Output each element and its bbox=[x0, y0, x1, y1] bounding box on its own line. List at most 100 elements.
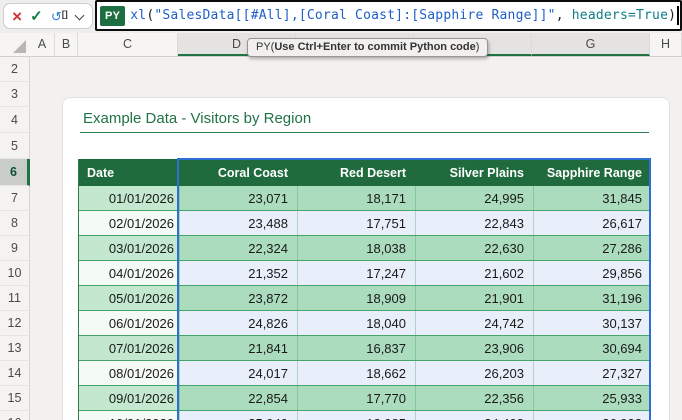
value-cell[interactable]: 23,906 bbox=[415, 336, 533, 360]
python-badge: PY bbox=[100, 6, 125, 26]
select-all-corner[interactable] bbox=[0, 33, 30, 56]
row-header-16[interactable]: 16 bbox=[0, 411, 30, 420]
table-row: 06/01/202624,82618,04024,74230,137 bbox=[79, 311, 651, 336]
value-cell[interactable]: 27,327 bbox=[533, 361, 651, 385]
row-header-11[interactable]: 11 bbox=[0, 286, 30, 311]
value-cell[interactable]: 21,352 bbox=[179, 261, 297, 285]
table-row: 09/01/202622,85417,77022,35625,933 bbox=[79, 386, 651, 411]
tooltip-suffix: ) bbox=[476, 41, 480, 53]
value-cell[interactable]: 18,985 bbox=[297, 411, 415, 420]
row-header-15[interactable]: 15 bbox=[0, 386, 30, 411]
row-header-13[interactable]: 13 bbox=[0, 336, 30, 361]
row-header-8[interactable]: 8 bbox=[0, 211, 30, 236]
row-header-6[interactable]: 6 bbox=[0, 159, 30, 186]
tooltip-hint-text: Use Ctrl+Enter to commit Python code bbox=[274, 41, 475, 53]
table-row: 01/01/202623,07118,17124,99531,845 bbox=[79, 186, 651, 211]
value-cell[interactable]: 21,901 bbox=[415, 286, 533, 310]
tooltip-prefix: PY( bbox=[256, 41, 274, 53]
value-cell[interactable]: 26,938 bbox=[533, 411, 651, 420]
value-cell[interactable]: 31,845 bbox=[533, 186, 651, 210]
chevron-down-icon[interactable] bbox=[76, 12, 84, 20]
value-cell[interactable]: 24,017 bbox=[179, 361, 297, 385]
visitors-table: DateCoral CoastRed DesertSilver PlainsSa… bbox=[78, 159, 651, 420]
row-header-7[interactable]: 7 bbox=[0, 186, 30, 211]
value-cell[interactable]: 22,630 bbox=[415, 236, 533, 260]
formula-input[interactable]: PY xl("SalesData[[#All],[Coral Coast]:[S… bbox=[95, 0, 682, 31]
row-header-5[interactable]: 5 bbox=[0, 133, 30, 159]
excel-window: × ✓ ↺[] PY xl("SalesData[[#All],[Coral C… bbox=[0, 0, 682, 420]
value-cell[interactable]: 23,488 bbox=[179, 211, 297, 235]
table-header-coral-coast[interactable]: Coral Coast bbox=[179, 159, 297, 186]
row-header-3[interactable]: 3 bbox=[0, 82, 30, 107]
formula-segment-string: "SalesData[[#All],[Coral Coast]:[Sapphir… bbox=[154, 8, 555, 23]
row-header-9[interactable]: 9 bbox=[0, 236, 30, 261]
value-cell[interactable]: 16,837 bbox=[297, 336, 415, 360]
value-cell[interactable]: 21,841 bbox=[179, 336, 297, 360]
row-header-4[interactable]: 4 bbox=[0, 107, 30, 133]
value-cell[interactable]: 18,662 bbox=[297, 361, 415, 385]
value-cell[interactable]: 24,408 bbox=[415, 411, 533, 420]
value-cell[interactable]: 21,602 bbox=[415, 261, 533, 285]
date-cell[interactable]: 06/01/2026 bbox=[79, 311, 179, 335]
title-underline bbox=[80, 132, 649, 133]
date-cell[interactable]: 04/01/2026 bbox=[79, 261, 179, 285]
date-cell[interactable]: 10/01/2026 bbox=[79, 411, 179, 420]
date-cell[interactable]: 05/01/2026 bbox=[79, 286, 179, 310]
row-header-14[interactable]: 14 bbox=[0, 361, 30, 386]
column-header-H[interactable]: H bbox=[650, 33, 682, 56]
table-header-red-desert[interactable]: Red Desert bbox=[297, 159, 415, 186]
row-header-10[interactable]: 10 bbox=[0, 261, 30, 286]
value-cell[interactable]: 22,356 bbox=[415, 386, 533, 410]
value-cell[interactable]: 24,742 bbox=[415, 311, 533, 335]
commit-icon[interactable]: ✓ bbox=[30, 9, 43, 24]
formula-segment-function: xl bbox=[130, 8, 146, 23]
value-cell[interactable]: 18,171 bbox=[297, 186, 415, 210]
value-cell[interactable]: 24,995 bbox=[415, 186, 533, 210]
python-object-icon[interactable]: ↺[] bbox=[51, 10, 68, 23]
value-cell[interactable]: 27,286 bbox=[533, 236, 651, 260]
table-header-sapphire-range[interactable]: Sapphire Range bbox=[533, 159, 651, 186]
value-cell[interactable]: 25,933 bbox=[533, 386, 651, 410]
table-header-row: DateCoral CoastRed DesertSilver PlainsSa… bbox=[79, 159, 651, 186]
row-header-12[interactable]: 12 bbox=[0, 311, 30, 336]
select-all-triangle-icon bbox=[13, 40, 26, 53]
value-cell[interactable]: 30,694 bbox=[533, 336, 651, 360]
value-cell[interactable]: 30,137 bbox=[533, 311, 651, 335]
value-cell[interactable]: 17,247 bbox=[297, 261, 415, 285]
value-cell[interactable]: 29,856 bbox=[533, 261, 651, 285]
value-cell[interactable]: 22,854 bbox=[179, 386, 297, 410]
date-cell[interactable]: 02/01/2026 bbox=[79, 211, 179, 235]
value-cell[interactable]: 23,872 bbox=[179, 286, 297, 310]
date-cell[interactable]: 08/01/2026 bbox=[79, 361, 179, 385]
value-cell[interactable]: 17,751 bbox=[297, 211, 415, 235]
value-cell[interactable]: 25,949 bbox=[179, 411, 297, 420]
column-header-G[interactable]: G bbox=[532, 33, 650, 56]
table-row: 07/01/202621,84116,83723,90630,694 bbox=[79, 336, 651, 361]
value-cell[interactable]: 22,324 bbox=[179, 236, 297, 260]
row-header-2[interactable]: 2 bbox=[0, 57, 30, 82]
column-header-C[interactable]: C bbox=[78, 33, 178, 56]
value-cell[interactable]: 26,203 bbox=[415, 361, 533, 385]
formula-segment-keyword: headers=True bbox=[572, 8, 668, 23]
value-cell[interactable]: 23,071 bbox=[179, 186, 297, 210]
table-header-date[interactable]: Date bbox=[79, 159, 179, 186]
value-cell[interactable]: 18,038 bbox=[297, 236, 415, 260]
value-cell[interactable]: 18,909 bbox=[297, 286, 415, 310]
date-cell[interactable]: 07/01/2026 bbox=[79, 336, 179, 360]
value-cell[interactable]: 18,040 bbox=[297, 311, 415, 335]
value-cell[interactable]: 31,196 bbox=[533, 286, 651, 310]
date-cell[interactable]: 09/01/2026 bbox=[79, 386, 179, 410]
value-cell[interactable]: 24,826 bbox=[179, 311, 297, 335]
table-row: 10/01/202625,94918,98524,40826,938 bbox=[79, 411, 651, 420]
value-cell[interactable]: 22,843 bbox=[415, 211, 533, 235]
date-cell[interactable]: 01/01/2026 bbox=[79, 186, 179, 210]
table-row: 03/01/202622,32418,03822,63027,286 bbox=[79, 236, 651, 261]
value-cell[interactable]: 17,770 bbox=[297, 386, 415, 410]
value-cell[interactable]: 26,617 bbox=[533, 211, 651, 235]
table-header-silver-plains[interactable]: Silver Plains bbox=[415, 159, 533, 186]
date-cell[interactable]: 03/01/2026 bbox=[79, 236, 179, 260]
column-header-B[interactable]: B bbox=[55, 33, 78, 56]
sheet-title[interactable]: Example Data - Visitors by Region bbox=[83, 110, 311, 127]
column-header-A[interactable]: A bbox=[30, 33, 55, 56]
cancel-icon[interactable]: × bbox=[12, 8, 22, 25]
